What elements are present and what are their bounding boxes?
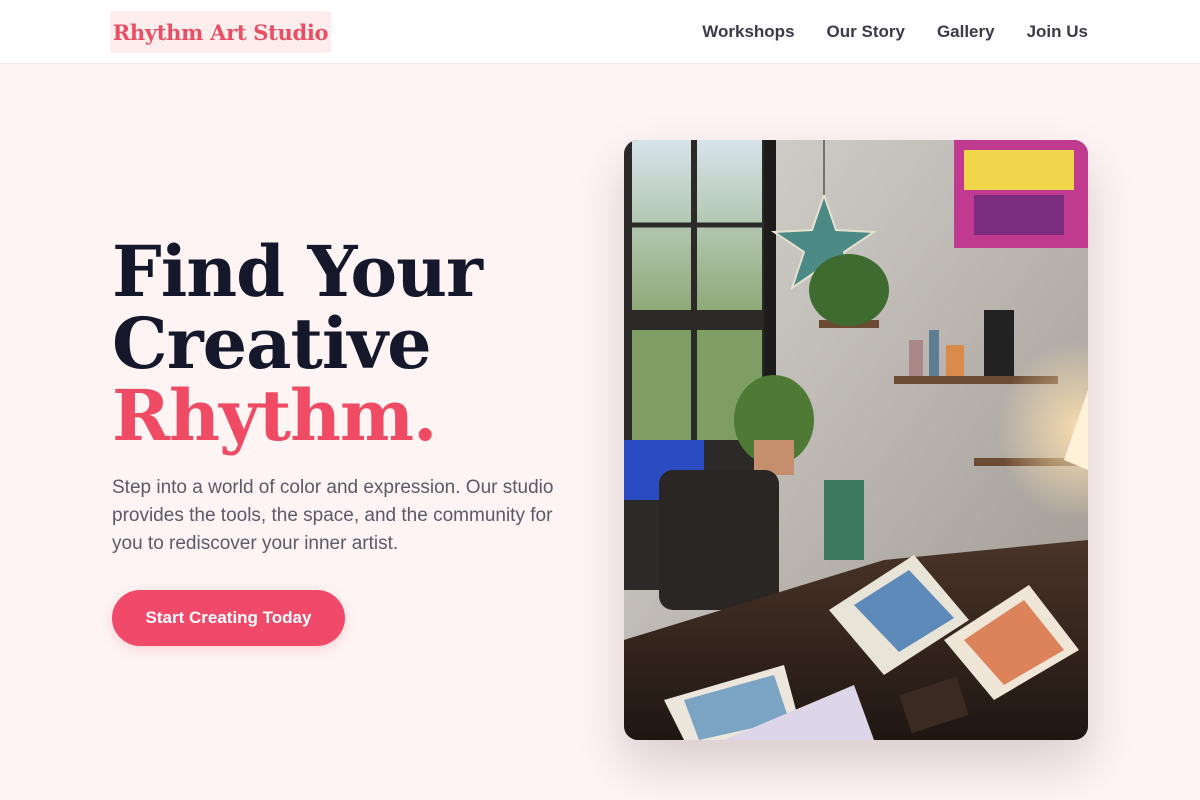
nav-link-workshops[interactable]: Workshops: [702, 22, 794, 42]
hero-title-line-1: Find Your: [112, 230, 483, 313]
nav-link-join-us[interactable]: Join Us: [1027, 22, 1088, 42]
logo-link[interactable]: Rhythm Art Studio: [110, 11, 331, 53]
studio-photo-illustration: [624, 140, 1088, 740]
start-creating-button[interactable]: Start Creating Today: [112, 590, 345, 646]
hero-title: Find Your Creative Rhythm.: [112, 236, 582, 452]
nav-link-gallery[interactable]: Gallery: [937, 22, 995, 42]
nav-link-our-story[interactable]: Our Story: [827, 22, 905, 42]
studio-photo: [624, 140, 1088, 740]
hero-title-accent: Rhythm.: [112, 374, 437, 457]
site-header: Rhythm Art Studio Workshops Our Story Ga…: [0, 0, 1200, 64]
hero-description: Step into a world of color and expressio…: [112, 477, 554, 554]
hero-title-line-2: Creative: [112, 302, 432, 385]
main-nav: Workshops Our Story Gallery Join Us: [702, 0, 1088, 64]
